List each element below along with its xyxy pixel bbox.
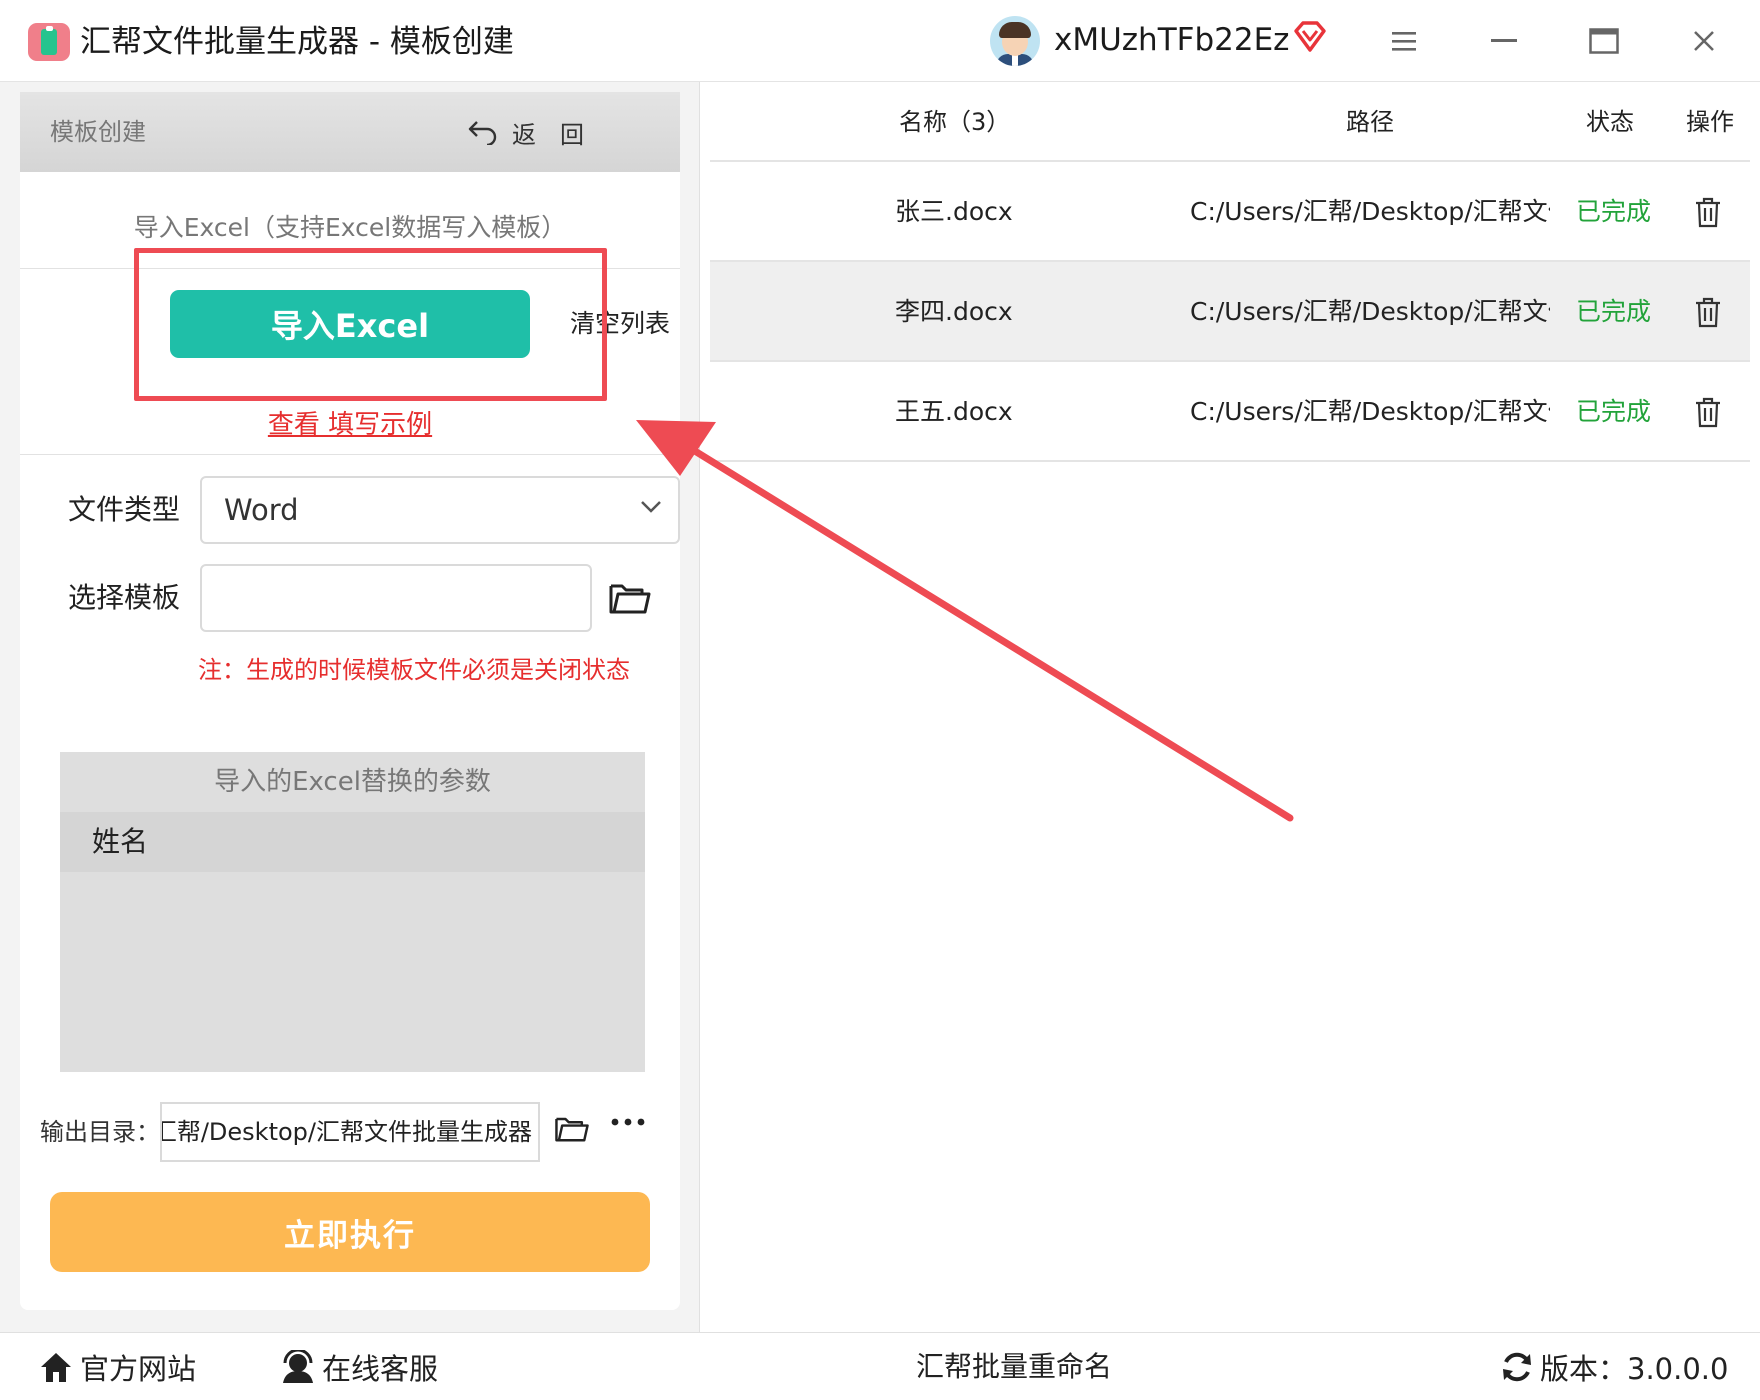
table-row[interactable]: 张三.docx C:/Users/汇帮/Desktop/汇帮文件 已完成 [710, 162, 1750, 262]
trash-icon[interactable] [1694, 396, 1722, 428]
run-button[interactable]: 立即执行 [50, 1192, 650, 1272]
back-label: 返回 [512, 120, 608, 149]
output-dir-input[interactable]: 汇帮/Desktop/汇帮文件批量生成器 [160, 1102, 540, 1162]
list-item[interactable]: 姓名 [60, 812, 645, 872]
file-path: C:/Users/汇帮/Desktop/汇帮文件 [1190, 197, 1550, 226]
online-service-link[interactable]: 在线客服 [280, 1345, 438, 1389]
file-path: C:/Users/汇帮/Desktop/汇帮文件 [1190, 297, 1550, 326]
user-avatar[interactable] [990, 16, 1040, 66]
back-arrow-icon [468, 121, 497, 145]
highlight-box [134, 248, 607, 401]
output-label: 输出目录： [40, 1118, 160, 1146]
maximize-icon [1589, 28, 1619, 54]
username[interactable]: xMUzhTFb22Ez [1054, 18, 1289, 62]
file-type-label: 文件类型 [68, 493, 181, 526]
output-path: 汇帮/Desktop/汇帮文件批量生成器 [160, 1118, 532, 1146]
example-link[interactable]: 查看 填写示例 [20, 406, 680, 444]
vip-diamond-icon[interactable] [1292, 20, 1328, 54]
column-header-name: 名称（3） [899, 108, 1011, 136]
template-note: 注：生成的时候模板文件必须是关闭状态 [198, 656, 630, 684]
minimize-icon [1491, 39, 1517, 42]
left-panel: 模板创建 返回 导入Excel（支持Excel数据写入模板） 导入Excel 清… [0, 82, 700, 1332]
table-header: 名称（3） 路径 状态 操作 [710, 82, 1750, 162]
status-badge: 已完成 [1576, 397, 1652, 426]
params-box: 导入的Excel替换的参数 姓名 [60, 752, 645, 1072]
home-icon [41, 1353, 71, 1382]
file-name: 王五.docx [895, 397, 1013, 426]
file-path: C:/Users/汇帮/Desktop/汇帮文件 [1190, 397, 1550, 426]
refresh-icon[interactable] [1500, 1350, 1534, 1384]
close-icon [1694, 31, 1714, 51]
official-site-label: 官方网站 [80, 1352, 197, 1386]
back-button[interactable]: 返回 [468, 112, 608, 152]
version-info: 版本：3.0.0.0 [1500, 1345, 1728, 1389]
trash-icon[interactable] [1694, 196, 1722, 228]
menu-button[interactable] [1379, 16, 1429, 66]
app-logo [28, 23, 70, 61]
service-icon [283, 1350, 313, 1383]
file-type-value: Word [224, 493, 299, 527]
app-title: 汇帮文件批量生成器 - 模板创建 [80, 24, 514, 60]
param-name: 姓名 [92, 825, 149, 858]
column-header-path: 路径 [1346, 108, 1394, 136]
import-hint: 导入Excel（支持Excel数据写入模板） [133, 213, 567, 242]
chevron-down-icon [641, 501, 661, 513]
title-bar: 汇帮文件批量生成器 - 模板创建 xMUzhTFb22Ez [0, 0, 1760, 82]
column-header-status: 状态 [1586, 108, 1634, 136]
footer: 官方网站 在线客服 汇帮批量重命名 版本：3.0.0.0 [0, 1332, 1760, 1400]
file-name: 张三.docx [895, 197, 1013, 226]
trash-icon[interactable] [1694, 296, 1722, 328]
column-header-op: 操作 [1686, 108, 1734, 136]
folder-icon[interactable] [608, 578, 652, 616]
menu-icon [1392, 32, 1416, 51]
status-badge: 已完成 [1576, 297, 1652, 326]
more-icon[interactable] [610, 1116, 646, 1128]
template-label: 选择模板 [68, 581, 181, 614]
status-badge: 已完成 [1576, 197, 1652, 226]
template-input[interactable] [200, 564, 592, 632]
template-card: 模板创建 返回 导入Excel（支持Excel数据写入模板） 导入Excel 清… [20, 92, 680, 1310]
table-row[interactable]: 王五.docx C:/Users/汇帮/Desktop/汇帮文件 已完成 [710, 362, 1750, 462]
file-table: 张三.docx C:/Users/汇帮/Desktop/汇帮文件 已完成 李四.… [710, 162, 1750, 462]
params-title: 导入的Excel替换的参数 [214, 767, 491, 797]
divider [20, 454, 680, 455]
minimize-button[interactable] [1479, 16, 1529, 66]
official-site-link[interactable]: 官方网站 [38, 1345, 196, 1389]
file-type-select[interactable]: Word [200, 476, 680, 544]
online-service-label: 在线客服 [322, 1352, 439, 1386]
batch-rename-link[interactable]: 汇帮批量重命名 [916, 1345, 1112, 1389]
table-row[interactable]: 李四.docx C:/Users/汇帮/Desktop/汇帮文件 已完成 [710, 262, 1750, 362]
panel-header: 模板创建 返回 [20, 92, 680, 172]
file-name: 李四.docx [895, 297, 1013, 326]
version-label: 版本：3.0.0.0 [1540, 1352, 1729, 1386]
maximize-button[interactable] [1579, 16, 1629, 66]
panel-header-title: 模板创建 [50, 118, 146, 146]
close-button[interactable] [1679, 16, 1729, 66]
folder-icon[interactable] [554, 1112, 590, 1144]
